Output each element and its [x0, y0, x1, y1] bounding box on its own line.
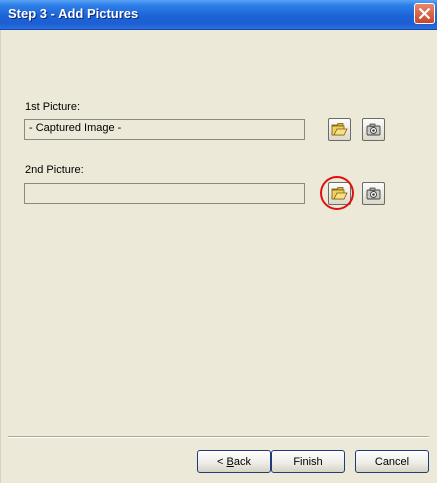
first-picture-value: - Captured Image - — [29, 122, 122, 134]
close-icon — [418, 7, 431, 20]
open-folder-icon — [331, 123, 348, 136]
cancel-button[interactable]: Cancel — [355, 450, 429, 473]
first-picture-field[interactable]: - Captured Image - — [24, 119, 305, 140]
first-picture-label: 1st Picture: — [25, 101, 81, 113]
camera-icon — [366, 187, 381, 200]
close-button[interactable] — [414, 3, 435, 24]
back-button[interactable]: < Back — [197, 450, 271, 473]
finish-button[interactable]: Finish — [271, 450, 345, 473]
back-label-rest: ack — [233, 455, 251, 468]
second-picture-field[interactable] — [24, 183, 305, 204]
camera-icon — [366, 123, 381, 136]
title-bar: Step 3 - Add Pictures — [0, 0, 437, 30]
dialog-body — [0, 30, 437, 483]
window-title: Step 3 - Add Pictures — [8, 6, 139, 21]
footer-separator — [8, 436, 429, 438]
second-picture-capture-button[interactable] — [362, 182, 385, 205]
second-picture-label: 2nd Picture: — [25, 164, 84, 176]
highlight-circle — [320, 176, 354, 210]
first-picture-capture-button[interactable] — [362, 118, 385, 141]
back-mnemonic: B — [226, 455, 234, 468]
back-prefix: < — [217, 455, 227, 468]
first-picture-browse-button[interactable] — [328, 118, 351, 141]
